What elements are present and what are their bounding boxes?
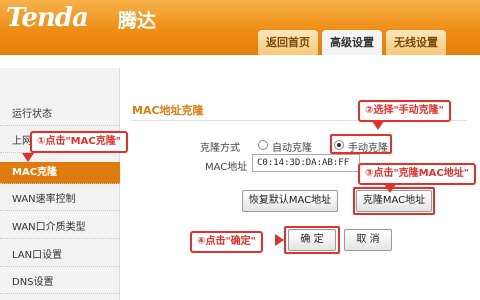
cancel-button[interactable]: 取 消 xyxy=(344,229,392,251)
sidebar-item-lan[interactable]: LAN口设置 xyxy=(0,245,120,267)
step3-callout: ③点击"克隆MAC地址" xyxy=(358,163,476,185)
sidebar-item-mac-clone[interactable]: MAC克隆 xyxy=(0,162,120,184)
restore-default-mac-button[interactable]: 恢复默认MAC地址 xyxy=(242,190,338,212)
sidebar-item-status[interactable]: 运行状态 xyxy=(0,104,120,126)
step3-arrow-icon xyxy=(384,184,396,193)
step4-arrow-icon xyxy=(275,234,284,246)
auto-clone-radio[interactable] xyxy=(258,140,268,150)
tenda-logo: Tenda xyxy=(6,3,89,33)
step2-arrow-icon xyxy=(372,121,384,130)
mac-address-input[interactable]: C0:14:3D:DA:AB:FF xyxy=(252,154,360,172)
tab-home[interactable]: 返回首页 xyxy=(258,30,318,55)
sidebar-item-wan-speed[interactable]: WAN速率控制 xyxy=(0,189,120,211)
confirm-highlight xyxy=(284,226,340,254)
step1-callout: ①点击"MAC克隆" xyxy=(30,131,128,153)
top-nav-tabs: 返回首页 高级设置 无线设置 xyxy=(258,30,446,55)
manual-clone-highlight xyxy=(330,134,392,154)
step4-callout: ④点击"确定" xyxy=(190,231,263,253)
mac-address-label: MAC地址 xyxy=(205,162,248,173)
tab-wireless-settings[interactable]: 无线设置 xyxy=(386,30,446,55)
step2-callout: ②选择"手动克隆" xyxy=(358,100,451,122)
sidebar-item-wan-media[interactable]: WAN口介质类型 xyxy=(0,217,120,239)
sidebar-item-dns[interactable]: DNS设置 xyxy=(0,272,120,294)
tenda-logo-cn: 腾达 xyxy=(118,10,157,32)
tab-advanced-settings[interactable]: 高级设置 xyxy=(322,30,382,55)
step1-arrow-icon xyxy=(22,153,34,162)
clone-mode-label: 克隆方式 xyxy=(200,143,240,154)
header-bar: Tenda 腾达 返回首页 高级设置 无线设置 xyxy=(0,0,480,55)
page-title: MAC地址克隆 xyxy=(132,104,204,117)
auto-clone-label[interactable]: 自动克隆 xyxy=(272,139,312,154)
